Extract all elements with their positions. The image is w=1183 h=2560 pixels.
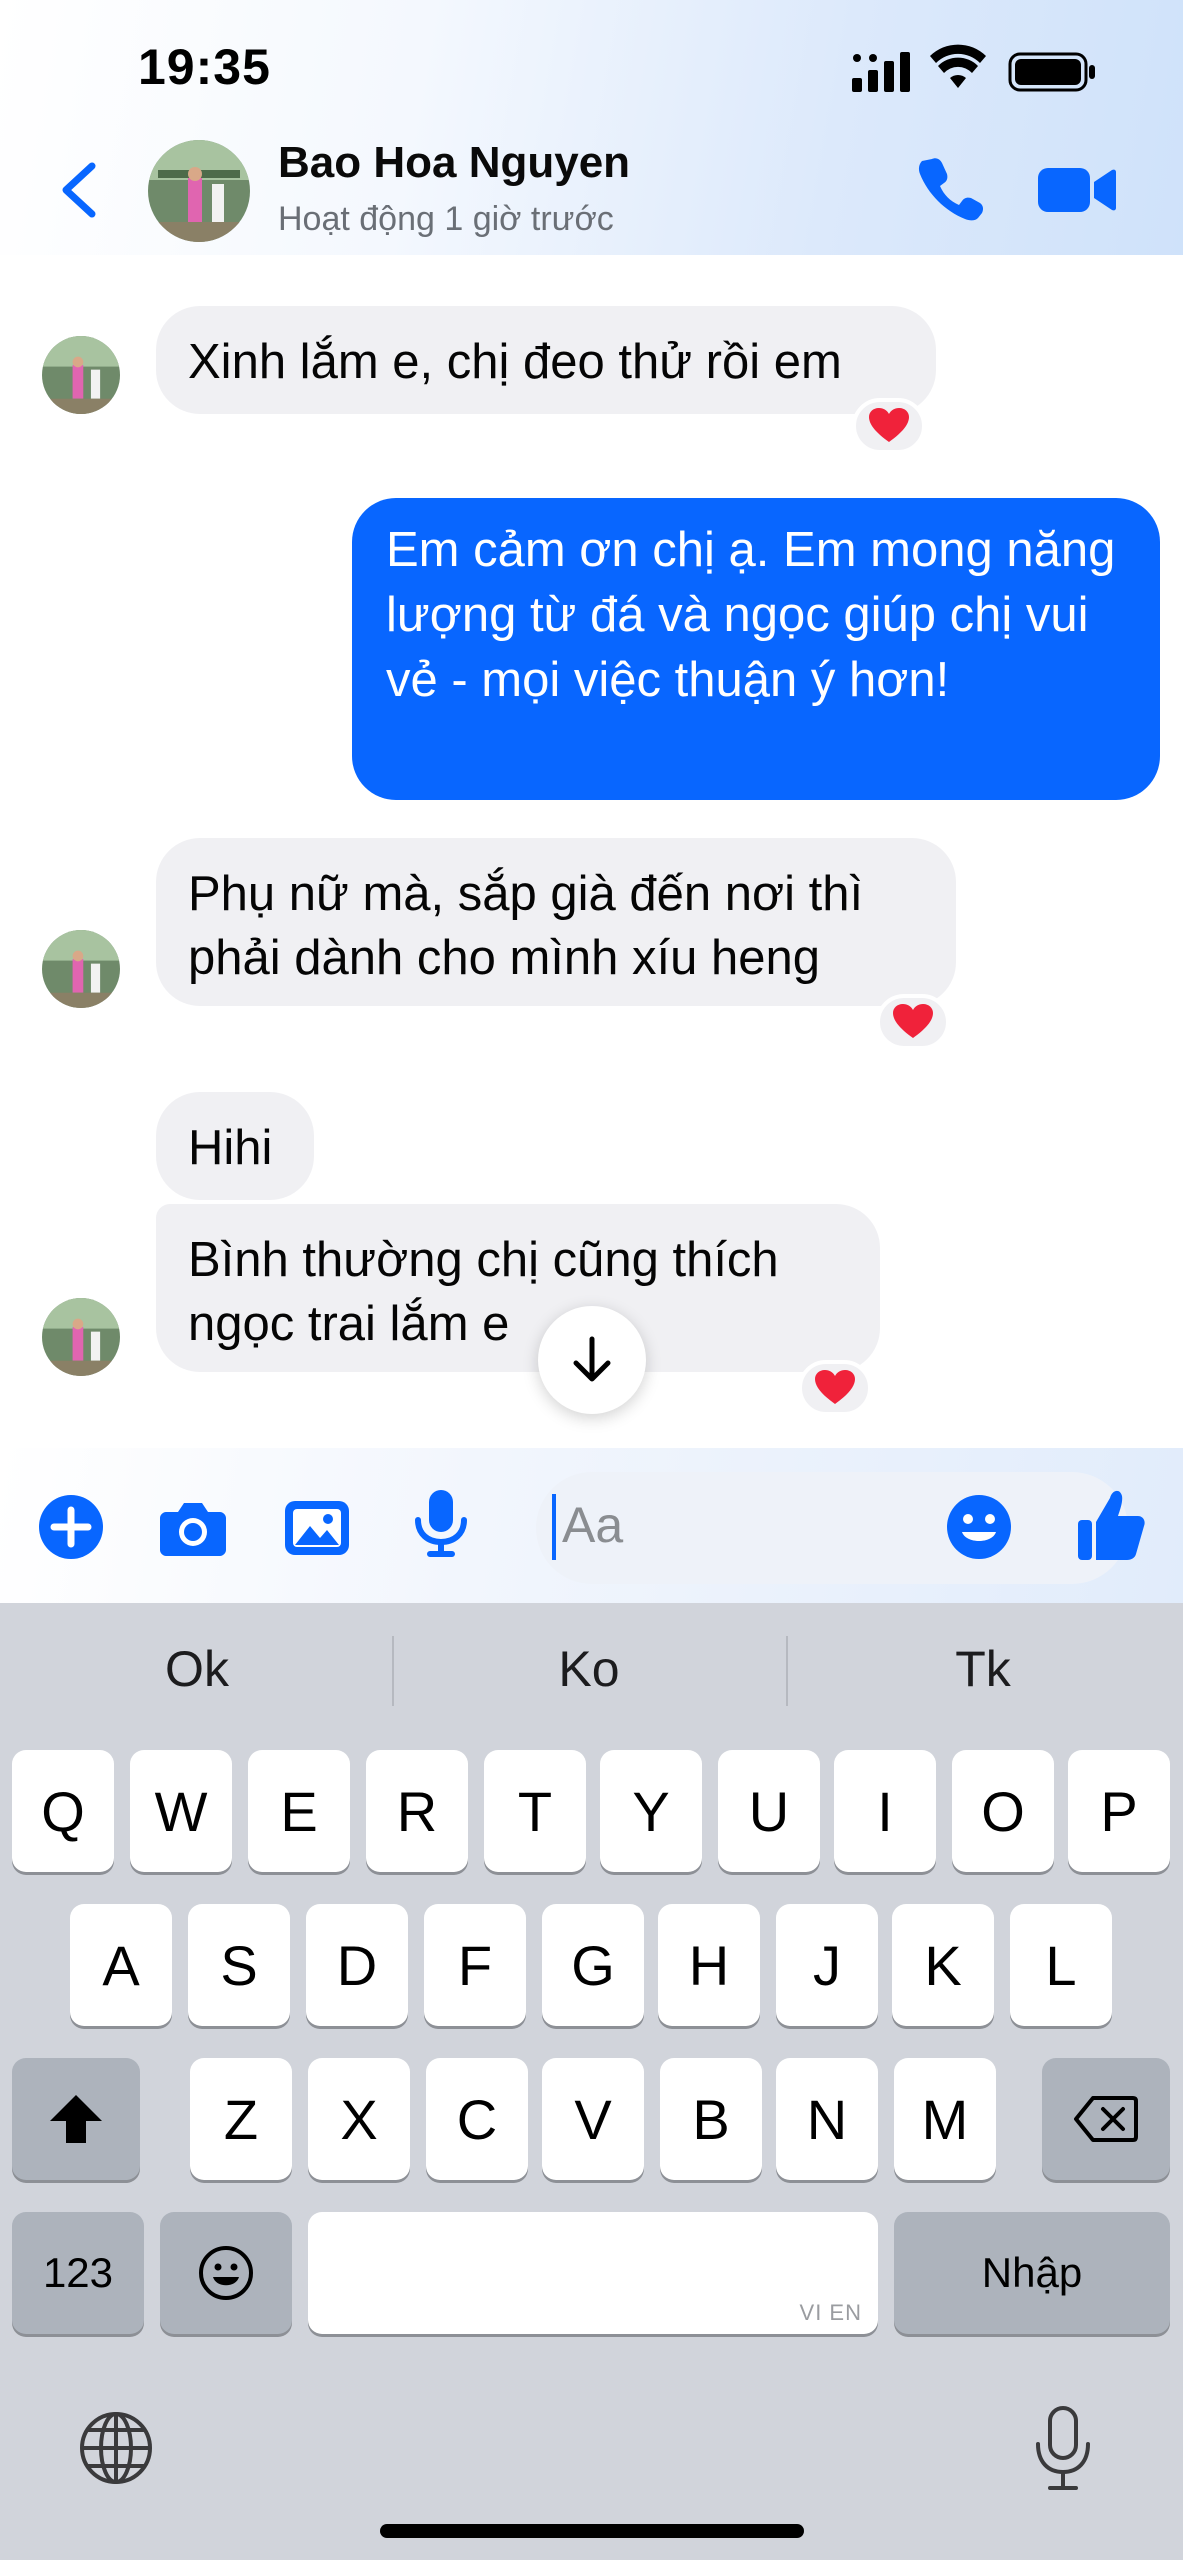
incoming-message-bubble[interactable]: Bình thường chị cũng thích ngọc trai lắm…: [156, 1204, 880, 1372]
camera-icon[interactable]: [158, 1492, 228, 1562]
globe-icon[interactable]: [76, 2408, 156, 2488]
key-o[interactable]: O: [952, 1750, 1054, 1872]
key-r[interactable]: R: [366, 1750, 468, 1872]
phone-icon[interactable]: [918, 155, 984, 221]
sender-avatar[interactable]: [42, 930, 120, 1008]
message-input-placeholder: Aa: [562, 1497, 624, 1553]
incoming-message-bubble[interactable]: Phụ nữ mà, sắp già đến nơi thì phải dành…: [156, 838, 956, 1006]
back-icon[interactable]: [54, 160, 104, 220]
numbers-key[interactable]: 123: [12, 2212, 144, 2334]
key-k[interactable]: K: [892, 1904, 994, 2026]
suggestion-ok[interactable]: Ok: [2, 1640, 392, 1698]
key-e[interactable]: E: [248, 1750, 350, 1872]
heart-reaction[interactable]: [798, 1360, 872, 1416]
key-v[interactable]: V: [542, 2058, 644, 2180]
battery-icon: [1008, 52, 1095, 92]
key-h[interactable]: H: [658, 1904, 760, 2026]
incoming-message-bubble[interactable]: Xinh lắm e, chị đeo thử rồi em: [156, 306, 936, 414]
sender-avatar[interactable]: [42, 336, 120, 414]
backspace-icon: [1074, 2096, 1138, 2142]
arrow-down-icon: [573, 1336, 611, 1382]
contact-avatar[interactable]: [148, 140, 250, 242]
microphone-icon[interactable]: [406, 1488, 476, 1558]
key-t[interactable]: T: [484, 1750, 586, 1872]
key-w[interactable]: W: [130, 1750, 232, 1872]
suggestion-ko[interactable]: Ko: [394, 1640, 784, 1698]
thumbs-up-icon[interactable]: [1076, 1486, 1146, 1562]
space-key[interactable]: VI EN: [308, 2212, 878, 2334]
sender-avatar[interactable]: [42, 1298, 120, 1376]
heart-reaction[interactable]: [852, 398, 926, 454]
shift-icon: [50, 2095, 102, 2143]
heart-icon: [815, 1370, 855, 1404]
key-c[interactable]: C: [426, 2058, 528, 2180]
outgoing-message-bubble[interactable]: Em cảm ơn chị ạ. Em mong năng lượng từ đ…: [352, 498, 1160, 800]
key-s[interactable]: S: [188, 1904, 290, 2026]
video-icon[interactable]: [1036, 160, 1116, 220]
key-z[interactable]: Z: [190, 2058, 292, 2180]
key-m[interactable]: M: [894, 2058, 996, 2180]
key-f[interactable]: F: [424, 1904, 526, 2026]
plus-icon[interactable]: [36, 1492, 106, 1562]
emoji-key[interactable]: [160, 2212, 292, 2334]
message-input[interactable]: [536, 1472, 1128, 1584]
text-caret: [552, 1494, 556, 1560]
key-b[interactable]: B: [660, 2058, 762, 2180]
key-a[interactable]: A: [70, 1904, 172, 2026]
shift-key[interactable]: [12, 2058, 140, 2180]
image-icon[interactable]: [282, 1492, 352, 1562]
language-hint: VI EN: [799, 2300, 862, 2325]
contact-status: Hoạt động 1 giờ trước: [278, 200, 614, 238]
key-i[interactable]: I: [834, 1750, 936, 1872]
delete-key[interactable]: [1042, 2058, 1170, 2180]
key-x[interactable]: X: [308, 2058, 410, 2180]
key-d[interactable]: D: [306, 1904, 408, 2026]
key-n[interactable]: N: [776, 2058, 878, 2180]
key-p[interactable]: P: [1068, 1750, 1170, 1872]
home-indicator[interactable]: [380, 2524, 804, 2538]
key-j[interactable]: J: [776, 1904, 878, 2026]
key-l[interactable]: L: [1010, 1904, 1112, 2026]
scroll-to-bottom-button[interactable]: [538, 1306, 646, 1414]
key-q[interactable]: Q: [12, 1750, 114, 1872]
suggestion-tk[interactable]: Tk: [788, 1640, 1178, 1698]
contact-name[interactable]: Bao Hoa Nguyen: [278, 138, 630, 188]
status-time: 19:35: [138, 39, 271, 95]
heart-icon: [893, 1004, 933, 1038]
cellular-signal-icon: [852, 52, 910, 92]
wifi-icon: [930, 44, 986, 88]
emoji-icon[interactable]: [944, 1492, 1014, 1562]
heart-icon: [869, 408, 909, 442]
heart-reaction[interactable]: [876, 994, 950, 1050]
incoming-message-bubble[interactable]: Hihi: [156, 1092, 314, 1200]
enter-key[interactable]: Nhập: [894, 2212, 1170, 2334]
dictation-microphone-icon[interactable]: [1028, 2404, 1098, 2494]
key-y[interactable]: Y: [600, 1750, 702, 1872]
emoji-keyboard-icon: [199, 2246, 253, 2300]
key-g[interactable]: G: [542, 1904, 644, 2026]
key-u[interactable]: U: [718, 1750, 820, 1872]
